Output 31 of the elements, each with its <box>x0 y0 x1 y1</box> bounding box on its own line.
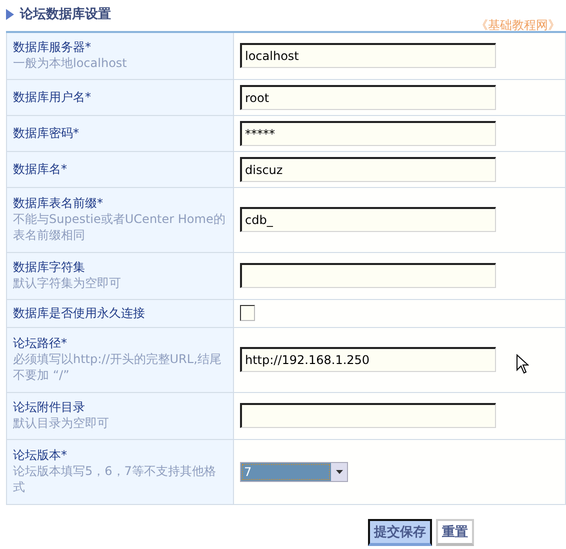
field-hint: 不能与Supestie或者UCenter Home的表名前缀相同 <box>13 211 226 243</box>
field-label: 数据库密码* <box>13 124 80 140</box>
reset-button[interactable]: 重置 <box>436 518 474 546</box>
field-label: 数据库服务器* <box>13 39 92 56</box>
field-label: 论坛路径* <box>13 335 68 351</box>
text-field[interactable]: http://192.168.1.250 <box>240 347 496 372</box>
caret-icon <box>336 470 342 474</box>
text-field[interactable]: discuz <box>240 156 496 182</box>
field-label: 数据库名* <box>13 160 68 176</box>
section-title: 论坛数据库设置 <box>20 6 111 23</box>
text-field[interactable] <box>240 403 496 428</box>
field-label: 数据库用户名* <box>13 88 92 104</box>
text-field[interactable]: root <box>240 84 496 110</box>
field-label: 论坛版本* <box>13 447 68 463</box>
field-hint: 一般为本地localhost <box>13 55 128 72</box>
text-field[interactable] <box>240 263 496 288</box>
text-field[interactable]: ***** <box>240 120 496 146</box>
field-label: 数据库是否使用永久连接 <box>13 304 146 320</box>
field-label: 数据库字符集 <box>13 259 86 275</box>
field-hint: 默认字符集为空即可 <box>13 275 122 291</box>
triangle-icon <box>6 8 14 20</box>
field-hint: 必须填写以http://开头的完整URL,结尾不要加 “/” <box>13 351 222 383</box>
field-label: 论坛附件目录 <box>13 399 86 415</box>
text-field[interactable]: cdb_ <box>240 207 496 232</box>
field-hint: 默认目录为空即可 <box>13 415 110 431</box>
submit-button[interactable]: 提交保存 <box>368 518 432 546</box>
field-hint: 论坛版本填写5，6，7等不支持其他格式 <box>13 463 217 495</box>
checkbox[interactable] <box>240 305 255 321</box>
text-field[interactable]: localhost <box>240 43 496 68</box>
mouse-cursor-icon <box>516 354 529 374</box>
field-label: 数据库表名前缀* <box>13 195 104 211</box>
